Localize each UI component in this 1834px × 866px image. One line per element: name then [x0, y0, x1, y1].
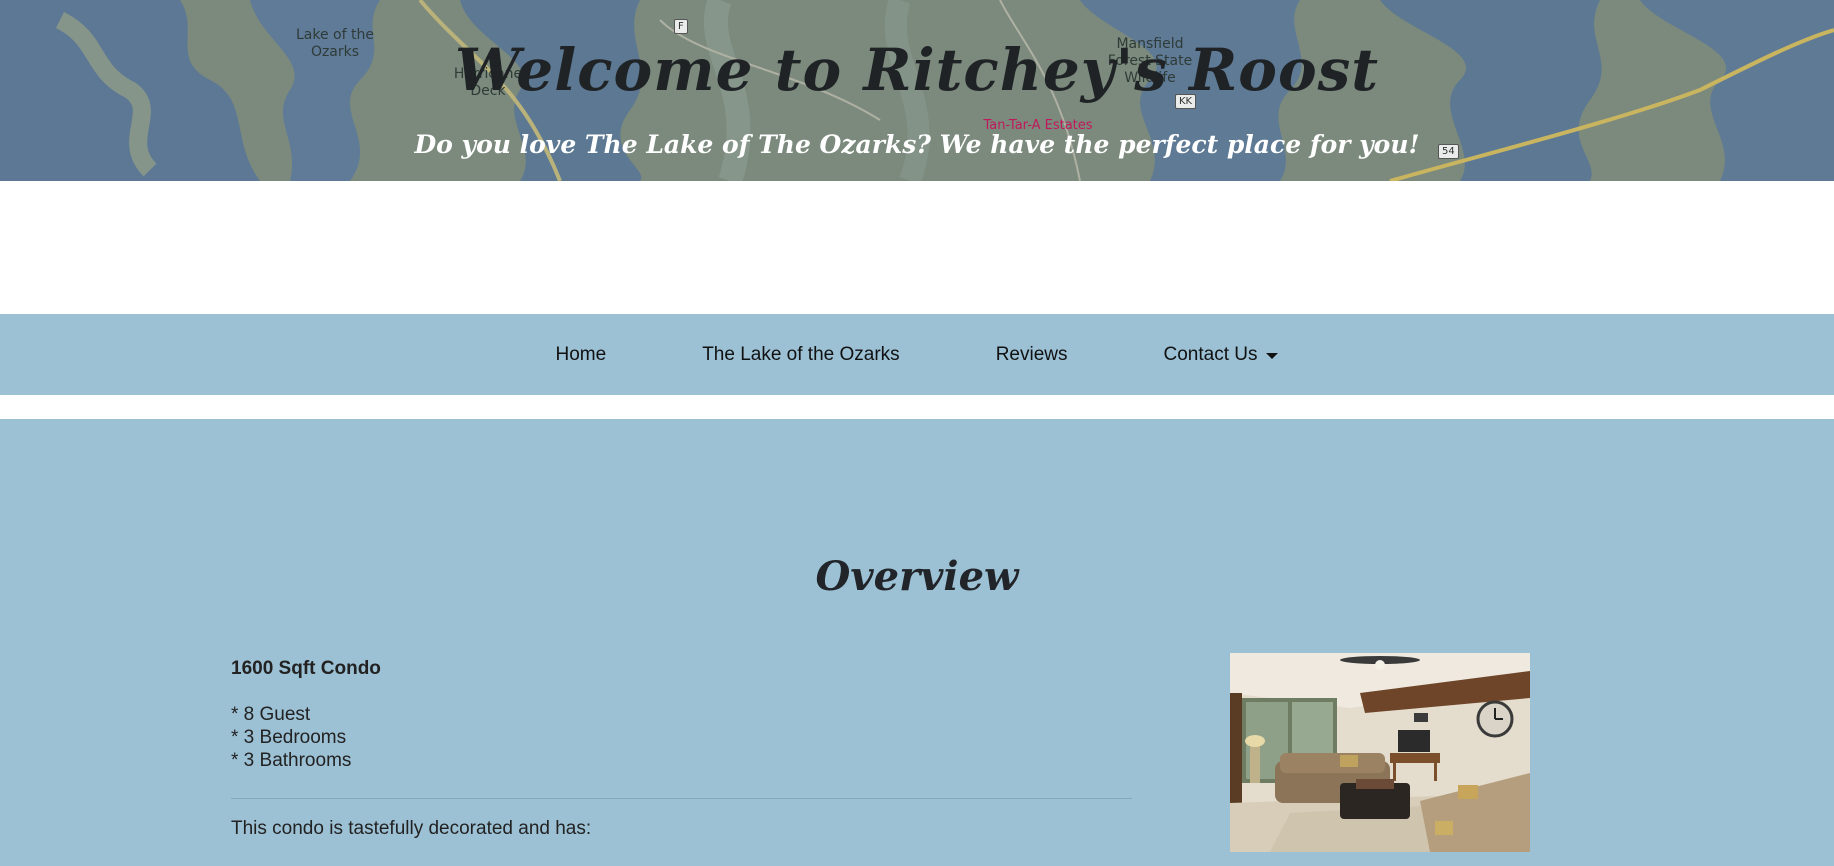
nav-contact-us-label: Contact Us: [1163, 343, 1258, 365]
road-shield-f: F: [674, 19, 688, 34]
caret-down-icon: [1266, 352, 1279, 359]
divider: [231, 798, 1132, 799]
list-item: * 3 Bathrooms: [231, 750, 352, 771]
main-navbar: Home The Lake of the Ozarks Reviews Cont…: [0, 314, 1834, 395]
list-item: * 8 Guest: [231, 704, 311, 725]
nav-contact-us-dropdown[interactable]: Contact Us: [1164, 344, 1279, 366]
overview-section: Overview 1600 Sqft Condo * 8 Guest * 3 B…: [0, 419, 1834, 866]
condo-size-heading: 1600 Sqft Condo: [231, 658, 381, 679]
condo-living-room-photo: [1230, 653, 1530, 852]
site-title: Welcome to Ritchey's Roost: [454, 36, 1380, 104]
nav-lake-of-the-ozarks[interactable]: The Lake of the Ozarks: [702, 344, 900, 366]
list-item: * 3 Bedrooms: [231, 727, 347, 748]
intro-text: This condo is tastefully decorated and h…: [231, 818, 592, 839]
features-list: * 8 Guest * 3 Bedrooms * 3 Bathrooms: [231, 703, 351, 772]
nav-reviews[interactable]: Reviews: [996, 344, 1068, 366]
site-subtitle: Do you love The Lake of The Ozarks? We h…: [414, 130, 1420, 159]
nav-home[interactable]: Home: [556, 344, 607, 366]
overview-title: Overview: [815, 553, 1019, 600]
hero-banner: Lake of the Ozarks Hurricane Deck Mansfi…: [0, 0, 1834, 181]
